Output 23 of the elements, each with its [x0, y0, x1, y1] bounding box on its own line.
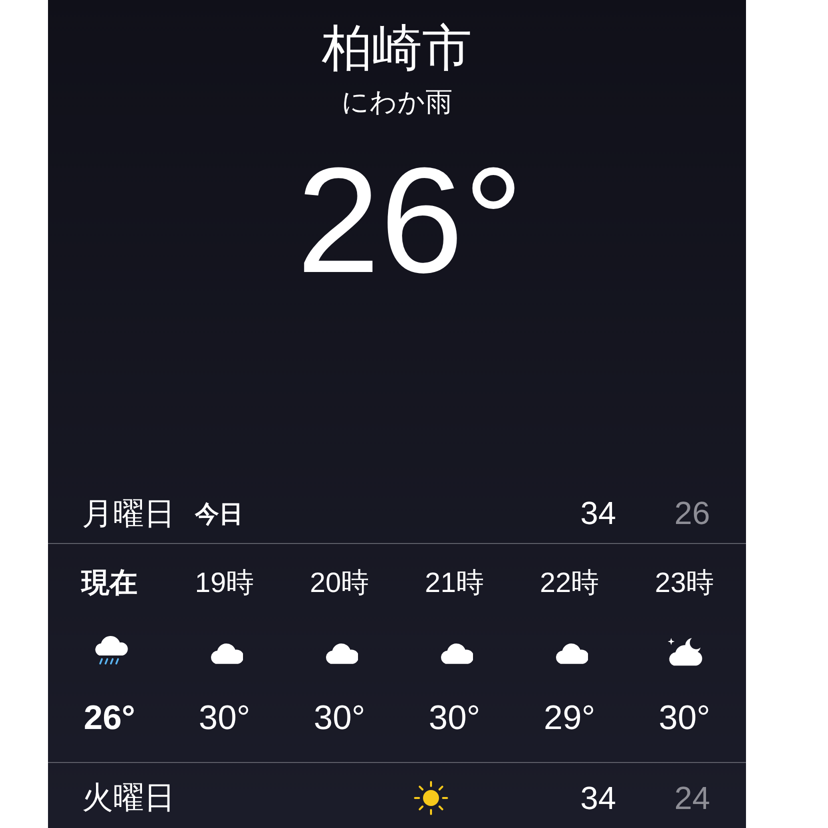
hour-temperature: 30°: [428, 698, 480, 738]
low-temperature: 26: [673, 495, 710, 532]
high-temperature: 34: [579, 780, 616, 817]
hour-label: 22時: [540, 566, 600, 600]
city-name: 柏崎市: [322, 19, 472, 78]
hour-label: 19時: [194, 566, 254, 600]
hour-temperature: 30°: [658, 698, 710, 738]
sun-icon: [413, 780, 449, 816]
hour-temperature: 30°: [314, 698, 366, 738]
hour-label: 23時: [654, 566, 714, 600]
hour-label: 20時: [310, 566, 370, 600]
weather-condition: にわか雨: [342, 86, 452, 119]
hour-temperature: 26°: [84, 698, 136, 738]
hour-label: 現在: [82, 566, 138, 600]
hour-temperature: 29°: [544, 698, 596, 738]
day-name: 火曜日: [82, 779, 175, 818]
day-name: 月曜日: [82, 494, 175, 532]
hour-label: 21時: [424, 566, 484, 600]
hour-temperature: 30°: [198, 698, 250, 738]
low-temperature: 24: [673, 780, 710, 817]
today-label: 今日: [195, 500, 243, 530]
current-temperature: 26°: [296, 140, 524, 300]
high-temperature: 34: [579, 495, 616, 532]
